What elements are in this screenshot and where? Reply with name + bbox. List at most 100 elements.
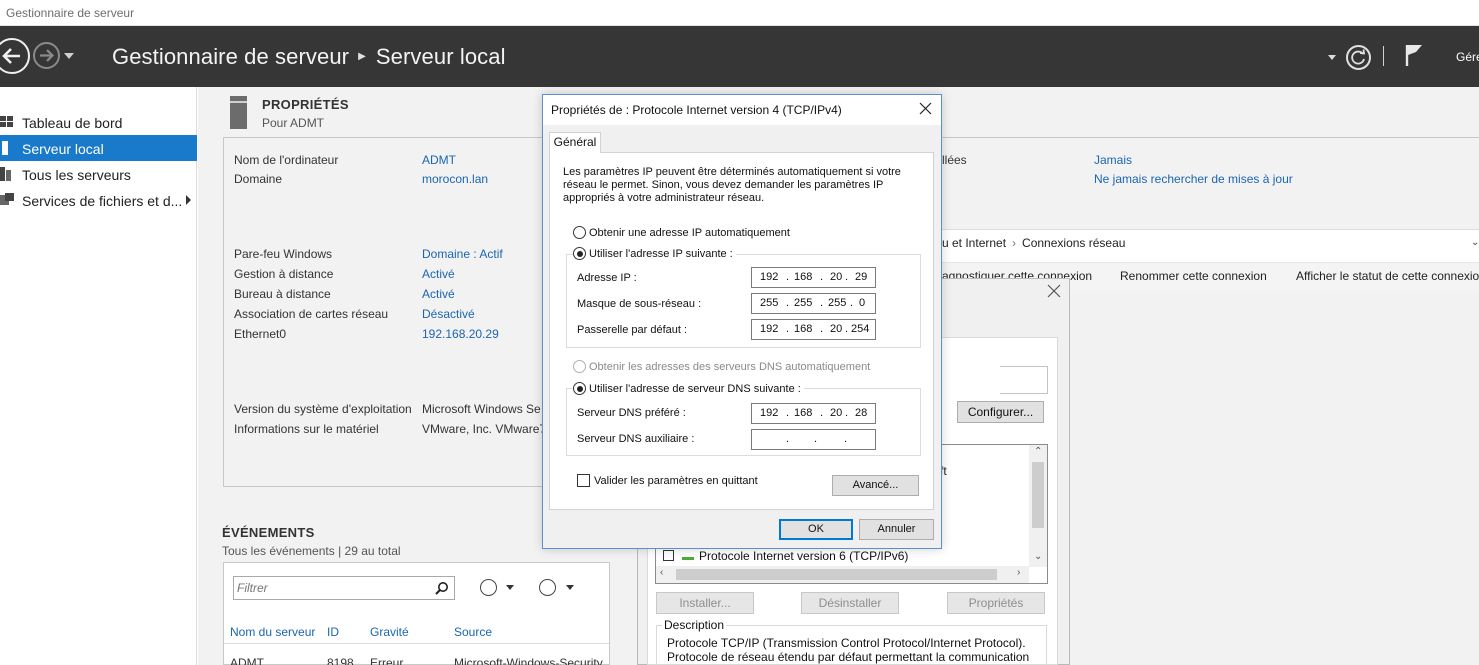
header-dropdown-icon[interactable]	[1328, 55, 1336, 60]
column-header-id[interactable]: ID	[327, 625, 339, 639]
octet: 192	[760, 407, 779, 419]
column-header-severity[interactable]: Gravité	[370, 625, 409, 639]
radio-button-selected[interactable]	[573, 247, 586, 260]
sidebar-item-label: Services de fichiers et d...	[22, 193, 183, 209]
properties-title: PROPRIÉTÉS	[262, 97, 349, 112]
octet: 0	[859, 297, 866, 309]
validate-settings-option[interactable]: Valider les paramètres en quittant	[577, 474, 758, 487]
property-value-link[interactable]: ADMT	[422, 153, 456, 167]
property-value-link[interactable]: Activé	[422, 287, 455, 301]
octet: 28	[855, 407, 868, 419]
events-subtitle: Tous les événements | 29 au total	[222, 544, 401, 558]
scrollbar-thumb[interactable]	[1032, 462, 1044, 528]
property-value-link[interactable]: Domaine : Actif	[422, 247, 503, 261]
radio-static-ip[interactable]: Utiliser l'adresse IP suivante :	[573, 247, 736, 260]
event-cell-source[interactable]: Microsoft-Windows-Security	[454, 656, 608, 665]
column-header-source[interactable]: Source	[454, 625, 492, 639]
preferred-dns-field[interactable]: 192. 168. 20. 28	[751, 403, 876, 424]
scroll-down-icon[interactable]: ⌄	[1034, 551, 1042, 562]
octet: 168	[794, 323, 813, 335]
advanced-button[interactable]: Avancé...	[832, 475, 919, 496]
radio-button[interactable]	[573, 226, 586, 239]
back-button[interactable]	[0, 38, 30, 74]
chevron-right-icon: ›	[1012, 236, 1017, 250]
sidebar-item-dashboard[interactable]: Tableau de bord	[0, 109, 197, 135]
sidebar-item-local-server[interactable]: Serveur local	[0, 135, 197, 161]
radio-label: Obtenir une adresse IP automatiquement	[589, 227, 790, 239]
breadcrumb-app[interactable]: Gestionnaire de serveur	[112, 44, 349, 69]
radio-auto-dns[interactable]: Obtenir les adresses des serveurs DNS au…	[573, 360, 870, 373]
tab-general[interactable]: Général	[549, 132, 601, 153]
scroll-left-icon[interactable]: ‹	[660, 567, 663, 578]
radio-button-selected[interactable]	[573, 382, 586, 395]
cancel-button[interactable]: Annuler	[859, 519, 934, 540]
sidebar-item-file-services[interactable]: Services de fichiers et d...	[0, 187, 197, 213]
checkbox[interactable]	[663, 550, 674, 561]
property-key: llées	[942, 153, 967, 167]
ok-button[interactable]: OK	[779, 519, 853, 540]
save-query-icon[interactable]	[539, 579, 556, 596]
property-value: VMware, Inc. VMware7	[422, 422, 547, 436]
checkbox[interactable]	[577, 474, 590, 487]
chevron-down-icon[interactable]: ⌄	[1471, 237, 1479, 248]
gateway-field[interactable]: 192. 168. 20. 254	[751, 319, 876, 340]
scroll-right-icon[interactable]: ›	[1017, 567, 1020, 578]
radio-static-dns[interactable]: Utiliser l'adresse de serveur DNS suivan…	[573, 382, 804, 395]
server-icon	[2, 141, 8, 155]
list-item-ipv6[interactable]: Protocole Internet version 6 (TCP/IPv6)	[663, 549, 908, 563]
description-text: Protocole TCP/IP (Transmission Control P…	[667, 636, 1030, 665]
configure-button[interactable]: Configurer...	[957, 401, 1044, 423]
manage-menu[interactable]: Gére	[1456, 50, 1479, 64]
property-value-link[interactable]: Désactivé	[422, 307, 475, 321]
breadcrumb-network-internet[interactable]: u et Internet	[942, 236, 1006, 250]
close-icon[interactable]	[1047, 284, 1061, 298]
event-cell-id[interactable]: 8198	[327, 656, 354, 665]
component-properties-button[interactable]: Propriétés	[947, 592, 1045, 614]
breadcrumb-page: Serveur local	[375, 44, 506, 69]
refresh-button[interactable]	[1346, 45, 1371, 70]
forward-button[interactable]	[33, 42, 60, 69]
adapter-name-field	[1000, 366, 1048, 394]
property-value-link[interactable]: Jamais	[1094, 153, 1132, 167]
alternate-dns-field[interactable]: ...	[751, 429, 876, 450]
scroll-up-icon[interactable]: ⌃	[1034, 446, 1042, 457]
install-button[interactable]: Installer...	[656, 592, 754, 614]
history-dropdown-icon[interactable]	[64, 53, 74, 59]
subnet-mask-field[interactable]: 255. 255. 255. 0	[751, 293, 876, 314]
chevron-right-icon[interactable]	[186, 195, 191, 205]
chevron-down-icon[interactable]	[506, 585, 514, 590]
radio-button-disabled[interactable]	[573, 360, 586, 373]
uninstall-button[interactable]: Désinstaller	[801, 592, 899, 614]
chevron-down-icon[interactable]	[566, 585, 574, 590]
event-cell-severity[interactable]: Erreur	[370, 656, 403, 665]
sidebar-item-all-servers[interactable]: Tous les serveurs	[0, 161, 197, 187]
property-value-link[interactable]: Activé	[422, 267, 455, 281]
property-value-link[interactable]: 192.168.20.29	[422, 327, 499, 341]
dashboard-icon	[0, 116, 13, 127]
list-options-icon[interactable]	[480, 579, 497, 596]
breadcrumb-separator-icon: ▶	[358, 51, 366, 62]
radio-auto-ip[interactable]: Obtenir une adresse IP automatiquement	[573, 226, 790, 239]
breadcrumb-network-connections[interactable]: Connexions réseau	[1022, 236, 1125, 250]
property-value-link[interactable]: morocon.lan	[422, 172, 488, 186]
events-title: ÉVÉNEMENTS	[222, 525, 315, 540]
close-icon[interactable]	[919, 102, 932, 115]
search-icon[interactable]	[435, 581, 449, 595]
scrollbar-thumb[interactable]	[676, 569, 997, 580]
octet: 255	[794, 297, 813, 309]
notifications-flag-icon[interactable]	[1405, 43, 1425, 67]
event-cell-server[interactable]: ADMT	[230, 656, 264, 665]
ip-address-field[interactable]: 192. 168. 20. 29	[751, 267, 876, 288]
octet: 255	[760, 297, 779, 309]
property-value-link[interactable]: Ne jamais rechercher de mises à jour	[1094, 172, 1293, 186]
rename-connection-button[interactable]: Renommer cette connexion	[1120, 269, 1267, 283]
file-services-icon	[0, 193, 14, 205]
servers-icon	[0, 167, 11, 181]
column-header-server[interactable]: Nom du serveur	[230, 625, 315, 639]
connection-status-button[interactable]: Afficher le statut de cette connexion	[1296, 269, 1479, 283]
arrow-left-icon	[2, 48, 20, 64]
refresh-icon	[1351, 49, 1366, 65]
window-title-bar: Gestionnaire de serveur	[0, 0, 1479, 26]
events-filter-input[interactable]	[237, 581, 427, 595]
dialog-title: Propriétés de : Protocole Internet versi…	[551, 103, 842, 117]
